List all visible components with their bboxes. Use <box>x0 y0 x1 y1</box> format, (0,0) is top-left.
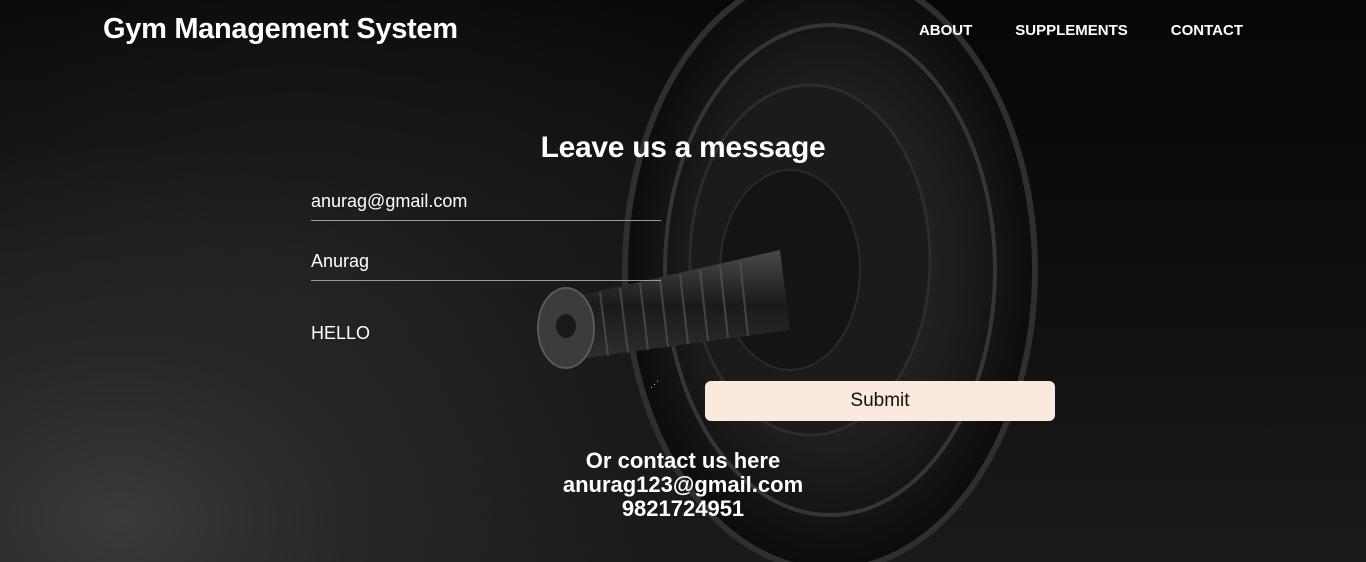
nav-about-link[interactable]: ABOUT <box>919 22 972 39</box>
main-nav: ABOUT SUPPLEMENTS CONTACT <box>919 22 1243 39</box>
page: Gym Management System ABOUT SUPPLEMENTS … <box>0 0 1366 562</box>
email-field[interactable] <box>311 191 661 221</box>
site-header: Gym Management System ABOUT SUPPLEMENTS … <box>0 0 1366 64</box>
contact-email: anurag123@gmail.com <box>562 472 804 497</box>
contact-info: Or contact us here anurag123@gmail.com 9… <box>0 449 1366 521</box>
submit-button[interactable]: Submit <box>705 381 1055 421</box>
brand-title[interactable]: Gym Management System <box>103 13 458 46</box>
form-title: Leave us a message <box>540 131 826 164</box>
contact-phone: 9821724951 <box>621 496 745 521</box>
nav-supplements-link[interactable]: SUPPLEMENTS <box>1015 22 1128 39</box>
nav-contact-link[interactable]: CONTACT <box>1171 22 1243 39</box>
message-textarea[interactable]: HELLO <box>311 323 659 385</box>
name-field[interactable] <box>311 251 661 281</box>
textarea-resize-handle-icon[interactable]: ⋰ <box>650 380 659 389</box>
contact-heading: Or contact us here <box>585 448 781 473</box>
